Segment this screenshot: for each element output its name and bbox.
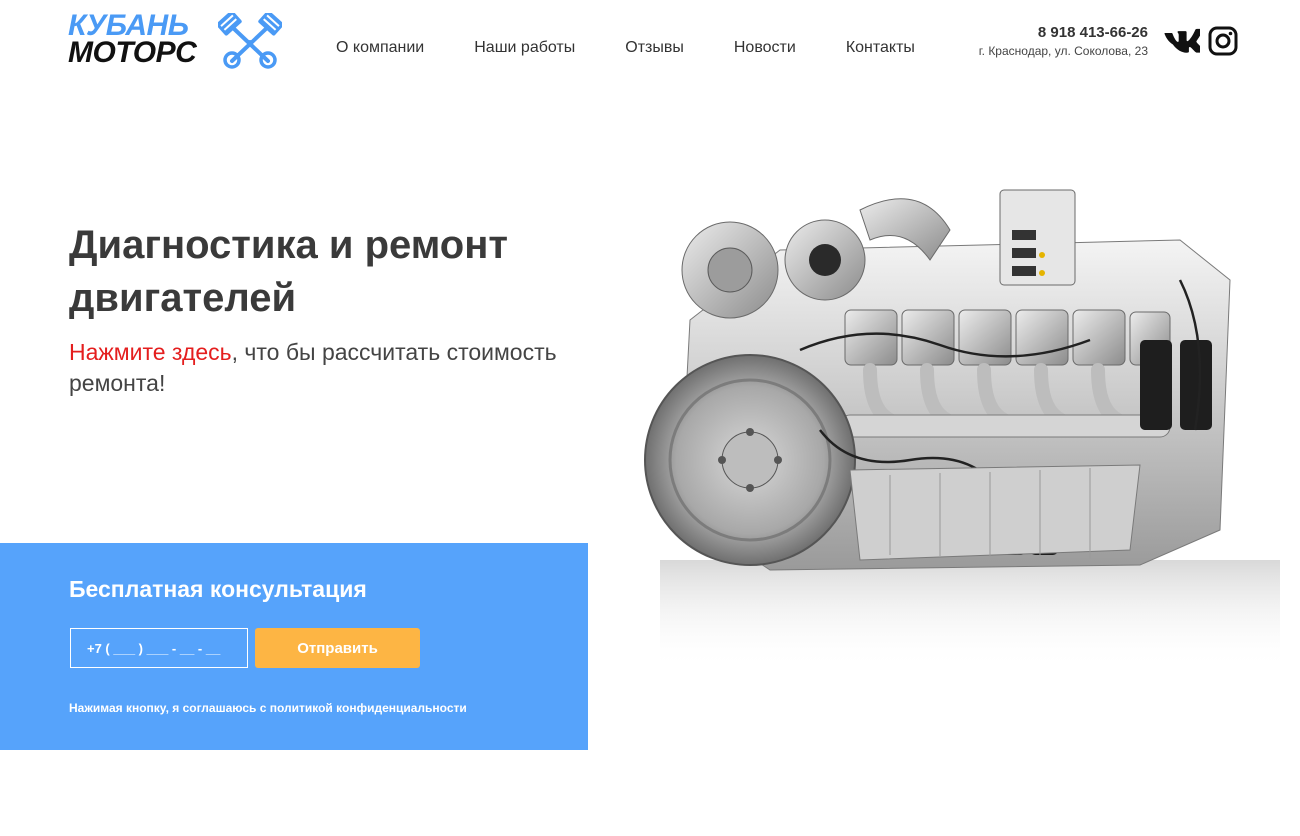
vk-icon[interactable] (1164, 26, 1200, 56)
consultation-title: Бесплатная консультация (69, 576, 367, 602)
submit-button[interactable]: Отправить (255, 628, 420, 668)
logo-line-2: МОТОРС (68, 36, 197, 69)
hero-title: Диагностика и ремонт двигателей (69, 223, 508, 320)
consultation-form: Бесплатная консультация Отправить Нажима… (0, 543, 588, 750)
logo[interactable]: КУБАНЬ МОТОРС (68, 9, 282, 70)
instagram-icon[interactable] (1208, 26, 1238, 56)
nav-item-reviews[interactable]: Отзывы (625, 38, 684, 58)
phone-number[interactable]: 8 918 413-66-26 (979, 24, 1148, 42)
nav-item-contacts[interactable]: Контакты (846, 38, 915, 58)
main-nav: О компании Наши работы Отзывы Новости Ко… (336, 38, 915, 58)
logo-line-1: КУБАНЬ (68, 9, 189, 42)
address: г. Краснодар, ул. Соколова, 23 (978, 44, 1148, 58)
logo-text: КУБАНЬ МОТОРС (68, 9, 197, 69)
nav-item-about[interactable]: О компании (336, 38, 424, 58)
nav-item-news[interactable]: Новости (734, 38, 796, 58)
header-contacts: 8 918 413-66-26 г. Краснодар, ул. Соколо… (979, 24, 1148, 59)
privacy-policy-note: Нажимая кнопку, я соглашаюсь с политикой… (69, 701, 467, 715)
phone-input[interactable] (70, 628, 248, 668)
hero-subtitle: Нажмите здесь, что бы рассчитать стоимос… (69, 337, 609, 399)
engine-image (644, 189, 1280, 670)
calculate-link[interactable]: Нажмите здесь (69, 339, 232, 365)
nav-item-works[interactable]: Наши работы (474, 38, 575, 58)
crossed-pistons-icon (218, 13, 282, 69)
social-links (1164, 26, 1238, 56)
